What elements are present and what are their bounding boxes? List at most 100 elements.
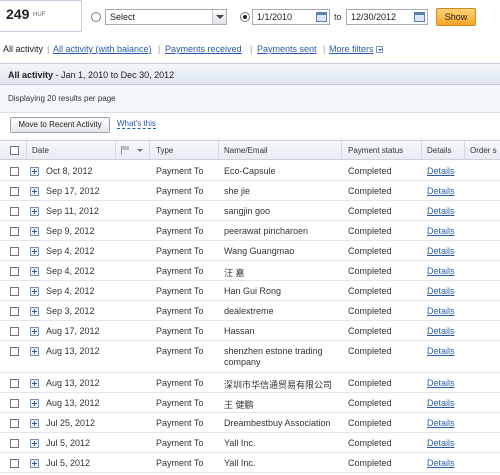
row-name: sangjin goo bbox=[224, 206, 271, 216]
expand-plus-icon[interactable] bbox=[30, 187, 39, 196]
row-checkbox[interactable] bbox=[10, 227, 19, 236]
calendar-icon[interactable] bbox=[316, 12, 327, 22]
row-checkbox[interactable] bbox=[10, 267, 19, 276]
row-details-link[interactable]: Details bbox=[427, 246, 455, 256]
chevron-down-icon[interactable] bbox=[212, 10, 226, 24]
row-details-link[interactable]: Details bbox=[427, 418, 455, 428]
row-checkbox[interactable] bbox=[10, 187, 19, 196]
row-details-link[interactable]: Details bbox=[427, 186, 455, 196]
tab-all-activity[interactable]: All activity bbox=[3, 44, 43, 54]
row-checkbox[interactable] bbox=[10, 459, 19, 468]
row-details-link[interactable]: Details bbox=[427, 458, 455, 468]
expand-plus-icon[interactable] bbox=[30, 459, 39, 468]
table-row: Aug 13, 2012 Payment To shenzhen estone tr… bbox=[0, 341, 500, 373]
row-type: Payment To bbox=[156, 266, 204, 276]
row-checkbox[interactable] bbox=[10, 379, 19, 388]
column-type[interactable]: Type bbox=[156, 146, 173, 155]
table-row: Sep 4, 2012 Payment To Han Gui Rong Complet… bbox=[0, 281, 500, 301]
panel-date-range: - Jan 1, 2010 to Dec 30, 2012 bbox=[55, 70, 175, 80]
row-name: peerawat pincharoen bbox=[224, 226, 309, 236]
date-to-field[interactable]: 12/30/2012 bbox=[346, 9, 428, 25]
row-details-link[interactable]: Details bbox=[427, 266, 455, 276]
expand-plus-icon[interactable] bbox=[30, 419, 39, 428]
balance-box: 249 HUF bbox=[0, 0, 82, 32]
row-type: Payment To bbox=[156, 286, 204, 296]
column-date[interactable]: Date bbox=[32, 146, 49, 155]
row-checkbox[interactable] bbox=[10, 287, 19, 296]
row-checkbox[interactable] bbox=[10, 419, 19, 428]
chevron-down-icon[interactable] bbox=[137, 149, 143, 152]
move-to-recent-activity-button[interactable]: Move to Recent Activity bbox=[10, 117, 110, 133]
column-order-status[interactable]: Order s bbox=[470, 146, 497, 155]
row-details-link[interactable]: Details bbox=[427, 346, 455, 356]
flag-icon[interactable] bbox=[121, 146, 133, 155]
row-checkbox[interactable] bbox=[10, 167, 19, 176]
row-checkbox[interactable] bbox=[10, 247, 19, 256]
expand-plus-icon[interactable] bbox=[30, 247, 39, 256]
row-date: Aug 13, 2012 bbox=[46, 378, 100, 388]
row-type: Payment To bbox=[156, 438, 204, 448]
row-name: shenzhen estone trading company bbox=[224, 346, 323, 367]
table-row: Oct 8, 2012 Payment To Eco-Capsule Complete… bbox=[0, 161, 500, 181]
expand-plus-icon[interactable] bbox=[30, 307, 39, 316]
table-row: Jul 5, 2012 Payment To Yall Inc. Completed D… bbox=[0, 453, 500, 473]
expand-plus-icon[interactable] bbox=[30, 347, 39, 356]
expand-plus-icon[interactable] bbox=[30, 227, 39, 236]
tab-more-filters[interactable]: More filters bbox=[329, 44, 383, 54]
row-details-link[interactable]: Details bbox=[427, 226, 455, 236]
expand-plus-icon[interactable] bbox=[30, 379, 39, 388]
expand-plus-icon[interactable] bbox=[30, 327, 39, 336]
row-checkbox[interactable] bbox=[10, 207, 19, 216]
row-type: Payment To bbox=[156, 398, 204, 408]
row-type: Payment To bbox=[156, 166, 204, 176]
table-row: Aug 13, 2012 Payment To 王 健鹏 Completed Detai… bbox=[0, 393, 500, 413]
row-details-link[interactable]: Details bbox=[427, 286, 455, 296]
date-range-radio[interactable] bbox=[240, 12, 250, 22]
more-filters-label: More filters bbox=[329, 44, 374, 54]
expand-plus-icon[interactable] bbox=[30, 167, 39, 176]
expand-plus-icon[interactable] bbox=[30, 267, 39, 276]
chevron-down-icon bbox=[375, 46, 383, 53]
row-details-link[interactable]: Details bbox=[427, 166, 455, 176]
transaction-type-select[interactable]: Select bbox=[105, 9, 227, 25]
row-checkbox[interactable] bbox=[10, 399, 19, 408]
tab-payments-sent[interactable]: Payments sent bbox=[257, 44, 317, 54]
whats-this-link[interactable]: What's this bbox=[117, 119, 156, 129]
row-details-link[interactable]: Details bbox=[427, 326, 455, 336]
row-type: Payment To bbox=[156, 246, 204, 256]
row-checkbox[interactable] bbox=[10, 347, 19, 356]
row-details-link[interactable]: Details bbox=[427, 438, 455, 448]
date-from-field[interactable]: 1/1/2010 bbox=[252, 9, 330, 25]
to-label: to bbox=[334, 12, 342, 22]
row-details-link[interactable]: Details bbox=[427, 206, 455, 216]
row-checkbox[interactable] bbox=[10, 439, 19, 448]
expand-plus-icon[interactable] bbox=[30, 287, 39, 296]
show-button[interactable]: Show bbox=[436, 8, 476, 26]
expand-plus-icon[interactable] bbox=[30, 207, 39, 216]
row-checkbox[interactable] bbox=[10, 327, 19, 336]
panel-title: All activity - Jan 1, 2010 to Dec 30, 20… bbox=[8, 70, 174, 80]
expand-plus-icon[interactable] bbox=[30, 439, 39, 448]
panel-header: All activity - Jan 1, 2010 to Dec 30, 20… bbox=[0, 63, 500, 85]
calendar-icon[interactable] bbox=[414, 12, 425, 22]
row-date: Sep 3, 2012 bbox=[46, 306, 95, 316]
balance-amount: 249 bbox=[6, 6, 30, 22]
row-checkbox[interactable] bbox=[10, 307, 19, 316]
row-details-link[interactable]: Details bbox=[427, 306, 455, 316]
row-details-link[interactable]: Details bbox=[427, 378, 455, 388]
row-type: Payment To bbox=[156, 206, 204, 216]
tab-payments-received[interactable]: Payments received bbox=[165, 44, 242, 54]
column-payment-status[interactable]: Payment status bbox=[348, 146, 403, 155]
select-all-checkbox[interactable] bbox=[10, 146, 19, 155]
table-row: Sep 11, 2012 Payment To sangjin goo Complet… bbox=[0, 201, 500, 221]
tab-all-activity-balance[interactable]: All activity (with balance) bbox=[53, 44, 152, 54]
column-name-email[interactable]: Name/Email bbox=[224, 146, 268, 155]
row-name: 深圳市华信通贸易有限公司 bbox=[224, 380, 333, 390]
row-status: Completed bbox=[348, 438, 392, 448]
select-radio[interactable] bbox=[91, 12, 101, 22]
table-row: Aug 17, 2012 Payment To Hassan Completed Det… bbox=[0, 321, 500, 341]
row-status: Completed bbox=[348, 206, 392, 216]
expand-plus-icon[interactable] bbox=[30, 399, 39, 408]
row-details-link[interactable]: Details bbox=[427, 398, 455, 408]
row-type: Payment To bbox=[156, 378, 204, 388]
